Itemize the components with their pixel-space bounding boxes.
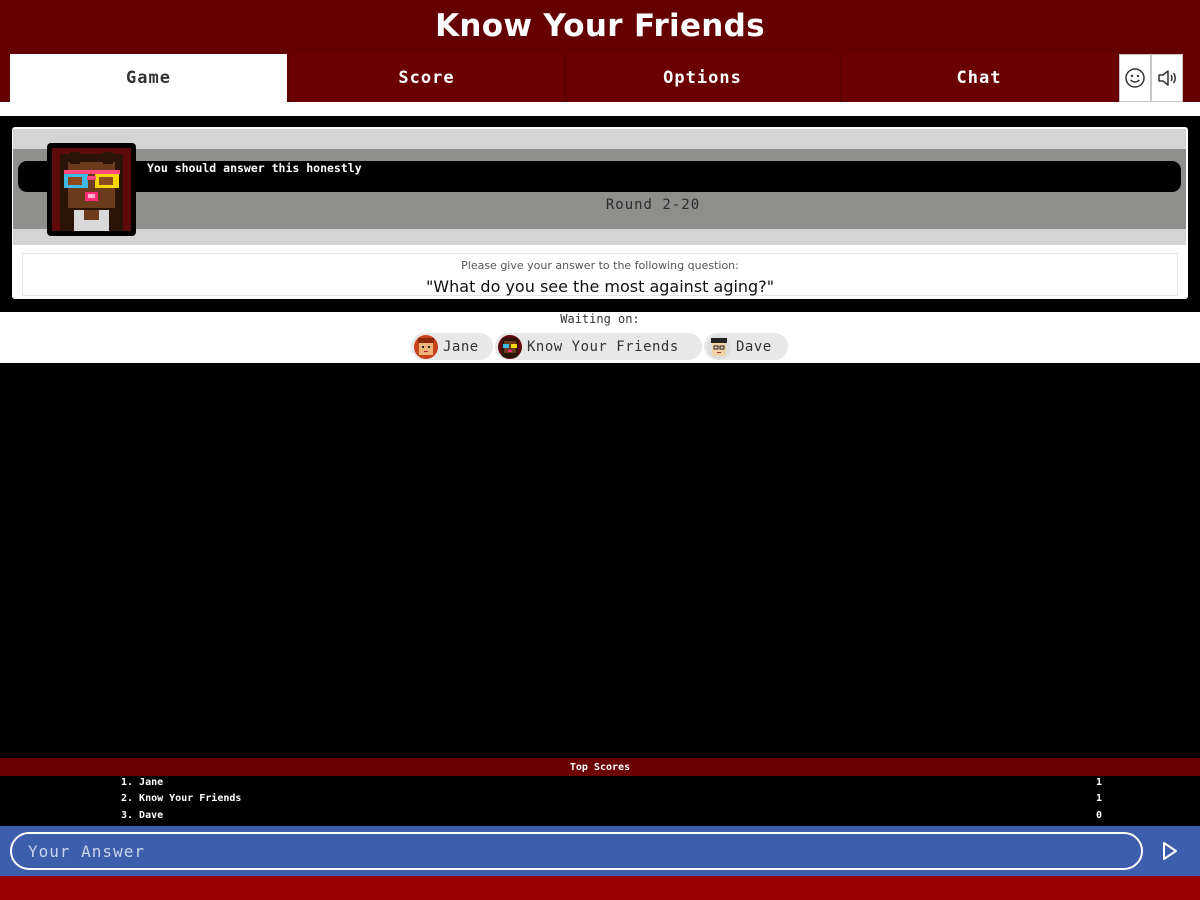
pixel-avatar-icon [52, 148, 131, 231]
score-row: 3. Dave 0 [0, 810, 1200, 826]
score-value: 1 [1096, 793, 1103, 804]
player-avatar-icon [707, 334, 731, 359]
round-indicator: Round 2-20 [605, 197, 701, 213]
score-name: 2. Know Your Friends [121, 793, 242, 804]
answer-input[interactable] [10, 832, 1143, 870]
question-text: "What do you see the most against aging?… [425, 277, 775, 296]
speech-text: You should answer this honestly [147, 161, 362, 175]
panel-stripe-top [13, 129, 1186, 149]
footer-bar [0, 876, 1200, 900]
player-avatar-icon [414, 334, 438, 359]
round-indicator-wrap: Round 2-20 [13, 197, 1186, 213]
waiting-player-jane: Jane [411, 333, 493, 360]
tab-options[interactable]: Options [565, 54, 839, 102]
tab-game[interactable]: Game [10, 54, 287, 102]
score-value: 0 [1096, 810, 1103, 821]
app-title: Know Your Friends [435, 8, 765, 44]
player-name: Jane [443, 338, 479, 355]
score-value: 1 [1096, 777, 1103, 788]
top-scores-header: Top Scores [0, 758, 1200, 776]
app-header: Know Your Friends [0, 0, 1200, 52]
score-row: 2. Know Your Friends 1 [0, 793, 1200, 809]
player-name: Dave [736, 338, 772, 355]
tab-strip-underline [0, 102, 1200, 116]
score-name: 1. Jane [121, 777, 164, 788]
send-button[interactable] [1154, 834, 1186, 868]
asker-avatar [52, 148, 131, 231]
top-scores-title: Top Scores [569, 761, 631, 773]
score-row: 1. Jane 1 [0, 777, 1200, 793]
waiting-label: Waiting on: [560, 312, 640, 326]
player-avatar-icon [498, 334, 522, 359]
sound-button[interactable] [1151, 54, 1183, 102]
speaker-icon [1158, 70, 1176, 86]
smiley-icon [1125, 68, 1145, 88]
panel-stripe-bottom [13, 229, 1186, 245]
score-name: 3. Dave [121, 810, 164, 821]
emoji-button[interactable] [1119, 54, 1151, 102]
question-prompt: Please give your answer to the following… [461, 259, 739, 272]
waiting-player-dave: Dave [704, 333, 788, 360]
tab-score[interactable]: Score [288, 54, 564, 102]
waiting-player-know-your-friends: Know Your Friends [495, 333, 702, 360]
player-name: Know Your Friends [527, 338, 679, 355]
play-arrow-icon [1163, 842, 1177, 860]
tab-chat[interactable]: Chat [840, 54, 1117, 102]
